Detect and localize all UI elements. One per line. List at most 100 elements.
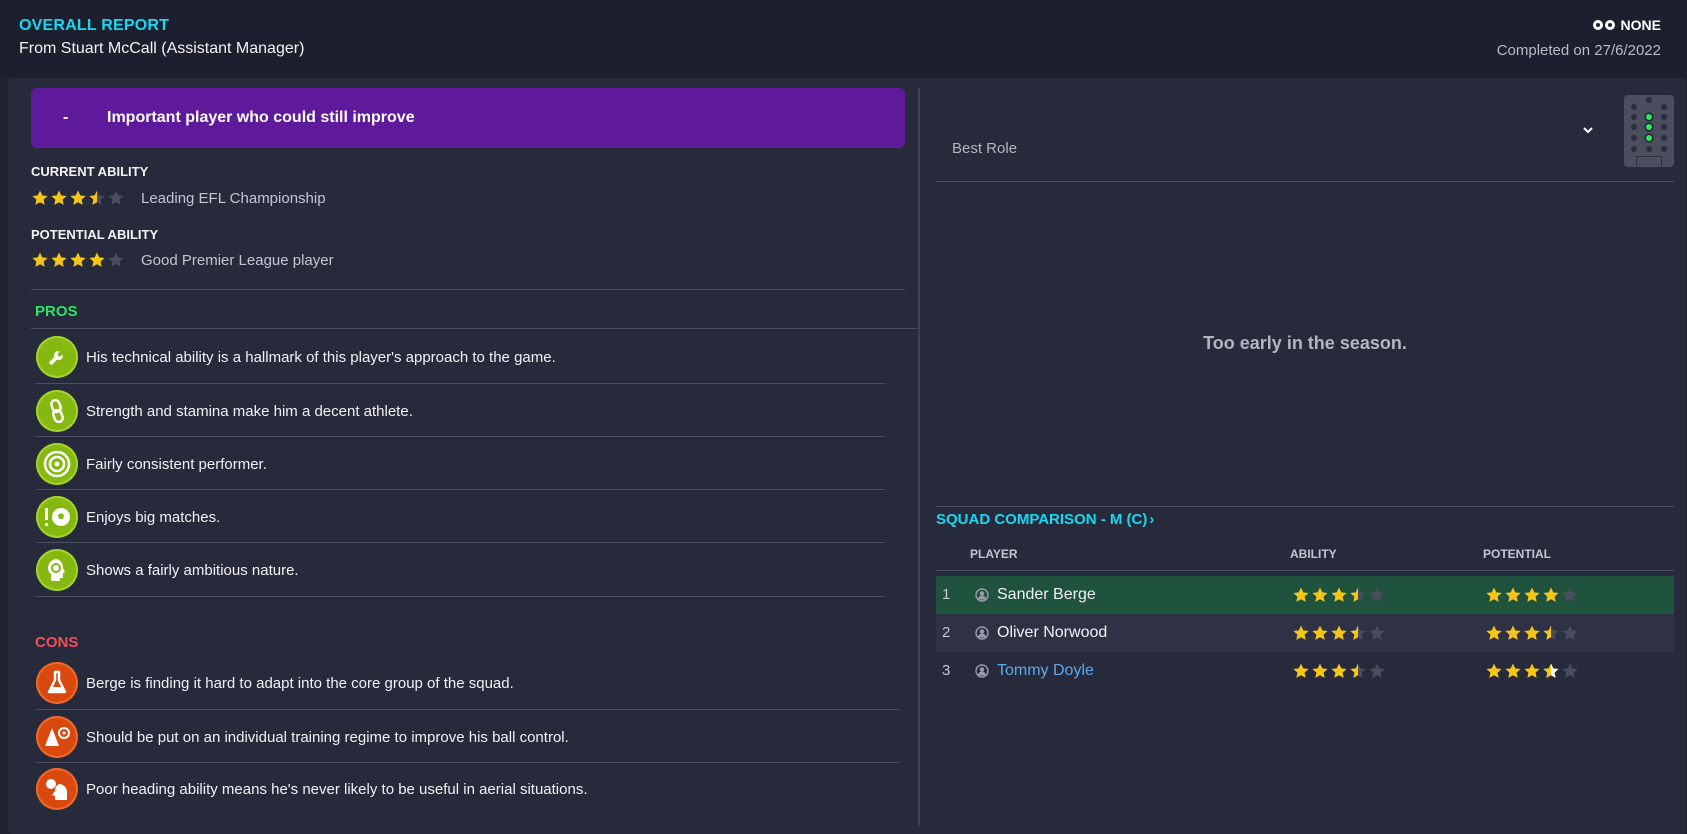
divider xyxy=(36,762,899,763)
star-icon xyxy=(1543,625,1559,640)
star-icon xyxy=(1369,625,1385,640)
star-icon xyxy=(1524,663,1540,678)
star-icon xyxy=(1486,625,1502,640)
cone-target-icon xyxy=(36,716,78,758)
star-icon xyxy=(1562,587,1578,602)
star-icon xyxy=(1486,663,1502,678)
con-text: Berge is finding it hard to adapt into t… xyxy=(86,674,514,692)
current-ability-description: Leading EFL Championship xyxy=(141,189,326,207)
best-role-label: Best Role xyxy=(952,140,1018,157)
column-divider xyxy=(918,88,920,826)
potential-stars xyxy=(1485,586,1579,604)
star-icon xyxy=(1350,663,1366,678)
potential-stars xyxy=(1485,662,1579,680)
star-icon xyxy=(1293,663,1309,678)
squad-row[interactable]: 3 Tommy Doyle xyxy=(936,652,1674,690)
pitch-position-icon[interactable] xyxy=(1624,95,1674,167)
divider xyxy=(36,542,885,543)
pro-item: Shows a fairly ambitious nature. xyxy=(36,546,299,594)
divider xyxy=(31,289,905,290)
con-item: Should be put on an individual training … xyxy=(36,713,569,761)
row-number: 3 xyxy=(942,662,951,679)
star-icon xyxy=(108,252,124,267)
report-header: OVERALL REPORT From Stuart McCall (Assis… xyxy=(0,0,1687,78)
divider xyxy=(936,570,1674,571)
pro-text: Shows a fairly ambitious nature. xyxy=(86,561,299,579)
player-name: Sander Berge xyxy=(997,586,1096,603)
star-icon xyxy=(1350,587,1366,602)
star-icon xyxy=(1312,587,1328,602)
chevron-right-icon: › xyxy=(1149,511,1155,528)
star-icon xyxy=(1293,587,1309,602)
con-item: Berge is finding it hard to adapt into t… xyxy=(36,659,514,707)
divider xyxy=(936,506,1674,507)
squad-comparison-title: SQUAD COMPARISON - M (C) xyxy=(936,511,1148,528)
divider xyxy=(36,436,885,437)
squad-comparison-link[interactable]: SQUAD COMPARISON - M (C) › xyxy=(936,511,1154,528)
star-icon xyxy=(1369,587,1385,602)
column-header-player[interactable]: PLAYER xyxy=(970,547,1018,561)
report-title: OVERALL REPORT xyxy=(19,17,170,34)
star-icon xyxy=(1543,587,1559,602)
star-icon xyxy=(1312,625,1328,640)
star-icon xyxy=(1312,663,1328,678)
pro-text: Enjoys big matches. xyxy=(86,508,221,526)
scout-status[interactable]: NONE xyxy=(1592,17,1661,33)
head-icon xyxy=(36,549,78,591)
star-icon xyxy=(1524,625,1540,640)
star-icon xyxy=(1331,625,1347,640)
pro-text: His technical ability is a hallmark of t… xyxy=(86,348,556,366)
ability-stars xyxy=(1292,624,1386,642)
squad-row[interactable]: 2 Oliver Norwood xyxy=(936,614,1674,652)
star-icon xyxy=(1562,625,1578,640)
pro-item: Strength and stamina make him a decent a… xyxy=(36,387,413,435)
star-icon xyxy=(108,190,124,205)
star-icon xyxy=(1486,587,1502,602)
row-number: 1 xyxy=(942,586,951,603)
pro-text: Strength and stamina make him a decent a… xyxy=(86,402,413,420)
star-icon xyxy=(1562,663,1578,678)
potential-ability-description: Good Premier League player xyxy=(141,251,334,269)
pro-item: Enjoys big matches. xyxy=(36,493,220,541)
verdict-dash: - xyxy=(63,109,69,126)
scout-status-label: NONE xyxy=(1620,17,1661,33)
star-icon xyxy=(1369,663,1385,678)
pros-title: PROS xyxy=(35,303,78,320)
potential-ability-stars xyxy=(31,251,125,269)
verdict-banner: - Important player who could still impro… xyxy=(31,88,905,148)
star-icon xyxy=(1331,663,1347,678)
cons-title: CONS xyxy=(35,634,79,651)
target-icon xyxy=(36,443,78,485)
star-icon xyxy=(1350,625,1366,640)
too-early-message: Too early in the season. xyxy=(1203,333,1407,353)
star-icon xyxy=(51,190,67,205)
star-icon xyxy=(1293,625,1309,640)
report-author: From Stuart McCall (Assistant Manager) xyxy=(19,40,305,57)
wrench-icon xyxy=(36,336,78,378)
column-header-ability[interactable]: ABILITY xyxy=(1290,547,1337,561)
star-icon xyxy=(32,252,48,267)
verdict-text: Important player who could still improve xyxy=(107,109,415,126)
best-role-dropdown[interactable]: Best Role xyxy=(936,90,1606,182)
star-icon xyxy=(1505,625,1521,640)
star-icon xyxy=(70,190,86,205)
header-ball-icon xyxy=(36,768,78,810)
divider xyxy=(36,596,885,597)
ability-stars xyxy=(1292,586,1386,604)
divider xyxy=(36,709,899,710)
player-avatar-icon xyxy=(975,626,989,640)
binoculars-icon xyxy=(1592,18,1615,32)
chevron-down-icon xyxy=(1583,127,1593,134)
current-ability-stars xyxy=(31,189,125,207)
ball-exclaim-icon xyxy=(36,496,78,538)
column-header-potential[interactable]: POTENTIAL xyxy=(1483,547,1551,561)
squad-row[interactable]: 1 Sander Berge xyxy=(936,576,1674,614)
player-name[interactable]: Tommy Doyle xyxy=(997,662,1094,680)
divider xyxy=(36,489,885,490)
con-item: Poor heading ability means he's never li… xyxy=(36,765,587,813)
star-icon xyxy=(1505,663,1521,678)
con-text: Poor heading ability means he's never li… xyxy=(86,780,588,798)
potential-ability-label: POTENTIAL ABILITY xyxy=(31,227,159,242)
star-icon xyxy=(89,190,105,205)
divider xyxy=(31,328,917,329)
